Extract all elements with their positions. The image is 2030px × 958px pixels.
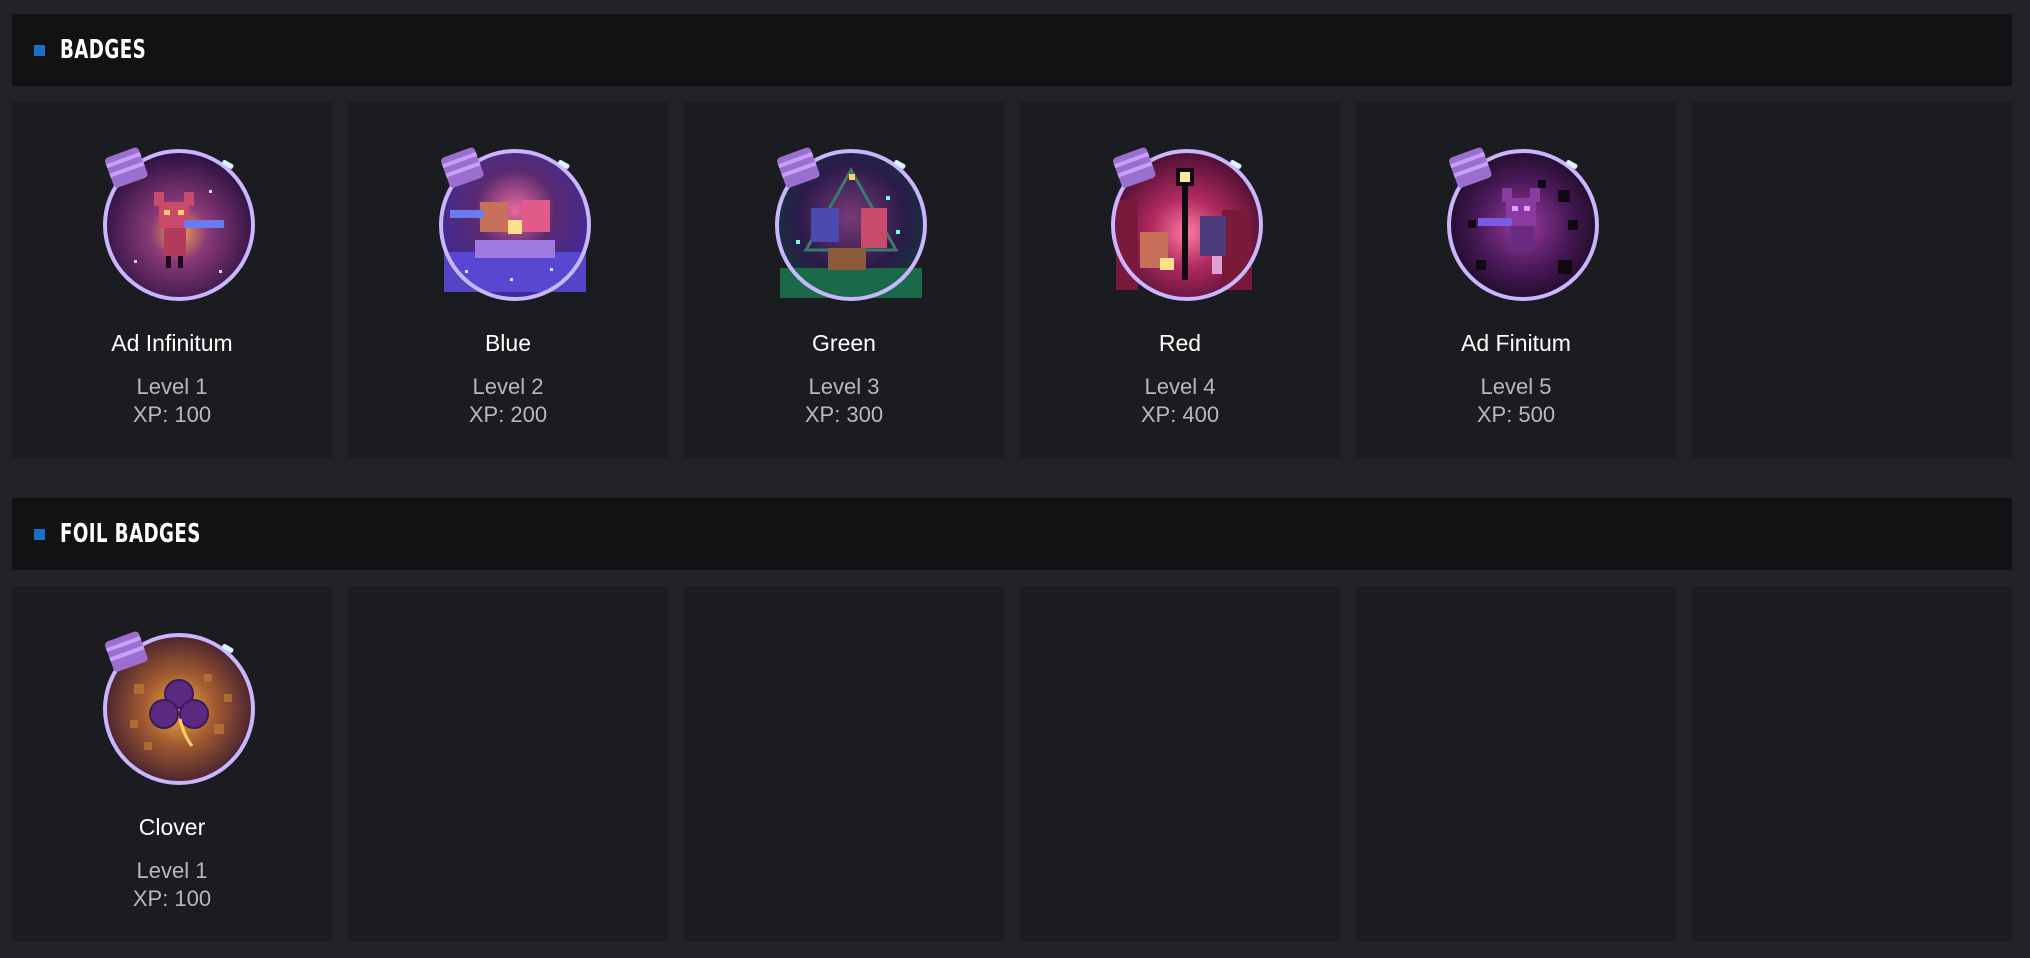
badge-card[interactable]: Ad Finitum Level 5 XP: 500 [1356,102,1676,458]
badge-card[interactable]: Green Level 3 XP: 300 [684,102,1004,458]
badge-level: Level 1 [136,374,208,399]
badge-xp: XP: 200 [468,402,548,427]
badge-name: Blue [484,330,532,356]
badge-card[interactable]: Blue Level 2 XP: 200 [348,102,668,458]
badge-xp: XP: 400 [1140,402,1220,427]
empty-badge-slot [348,586,668,942]
badges-section-header: BADGES [12,14,2012,86]
badge-xp: XP: 500 [1476,402,1556,427]
badge-level: Level 3 [808,374,880,399]
badge-name: Red [1158,330,1202,356]
badge-level: Level 1 [136,858,208,883]
section-title: BADGES [60,35,147,65]
empty-badge-slot [1692,102,2012,458]
bottle-boat-icon [439,147,591,301]
foil-badges-grid: Clover Level 1 XP: 100 [12,586,2012,942]
empty-badge-slot [684,586,1004,942]
badge-card[interactable]: Red Level 4 XP: 400 [1020,102,1340,458]
badge-card[interactable]: Ad Infinitum Level 1 XP: 100 [12,102,332,458]
section-marker [34,44,45,56]
bottle-city-icon [1111,147,1263,301]
badge-level: Level 5 [1480,374,1552,399]
badge-xp: XP: 100 [132,886,212,911]
bottle-forest-icon [775,147,927,301]
bottle-clover-icon [103,631,255,785]
section-title: FOIL BADGES [60,519,201,549]
badge-name: Clover [138,814,206,840]
badge-name: Ad Finitum [1461,330,1571,356]
badge-level: Level 2 [472,374,544,399]
bottle-cat-icon [103,147,255,301]
badge-xp: XP: 300 [804,402,884,427]
badge-level: Level 4 [1144,374,1216,399]
bottle-void-icon [1447,147,1599,301]
foil-badges-section-header: FOIL BADGES [12,498,2012,570]
badge-name: Ad Infinitum [111,330,233,356]
badge-name: Green [812,330,876,356]
section-marker [34,528,45,540]
empty-badge-slot [1020,586,1340,942]
empty-badge-slot [1692,586,2012,942]
empty-badge-slot [1356,586,1676,942]
badges-grid: Ad Infinitum Level 1 XP: 100 Blue Level … [12,102,2012,458]
badge-xp: XP: 100 [132,402,212,427]
badge-card[interactable]: Clover Level 1 XP: 100 [12,586,332,942]
